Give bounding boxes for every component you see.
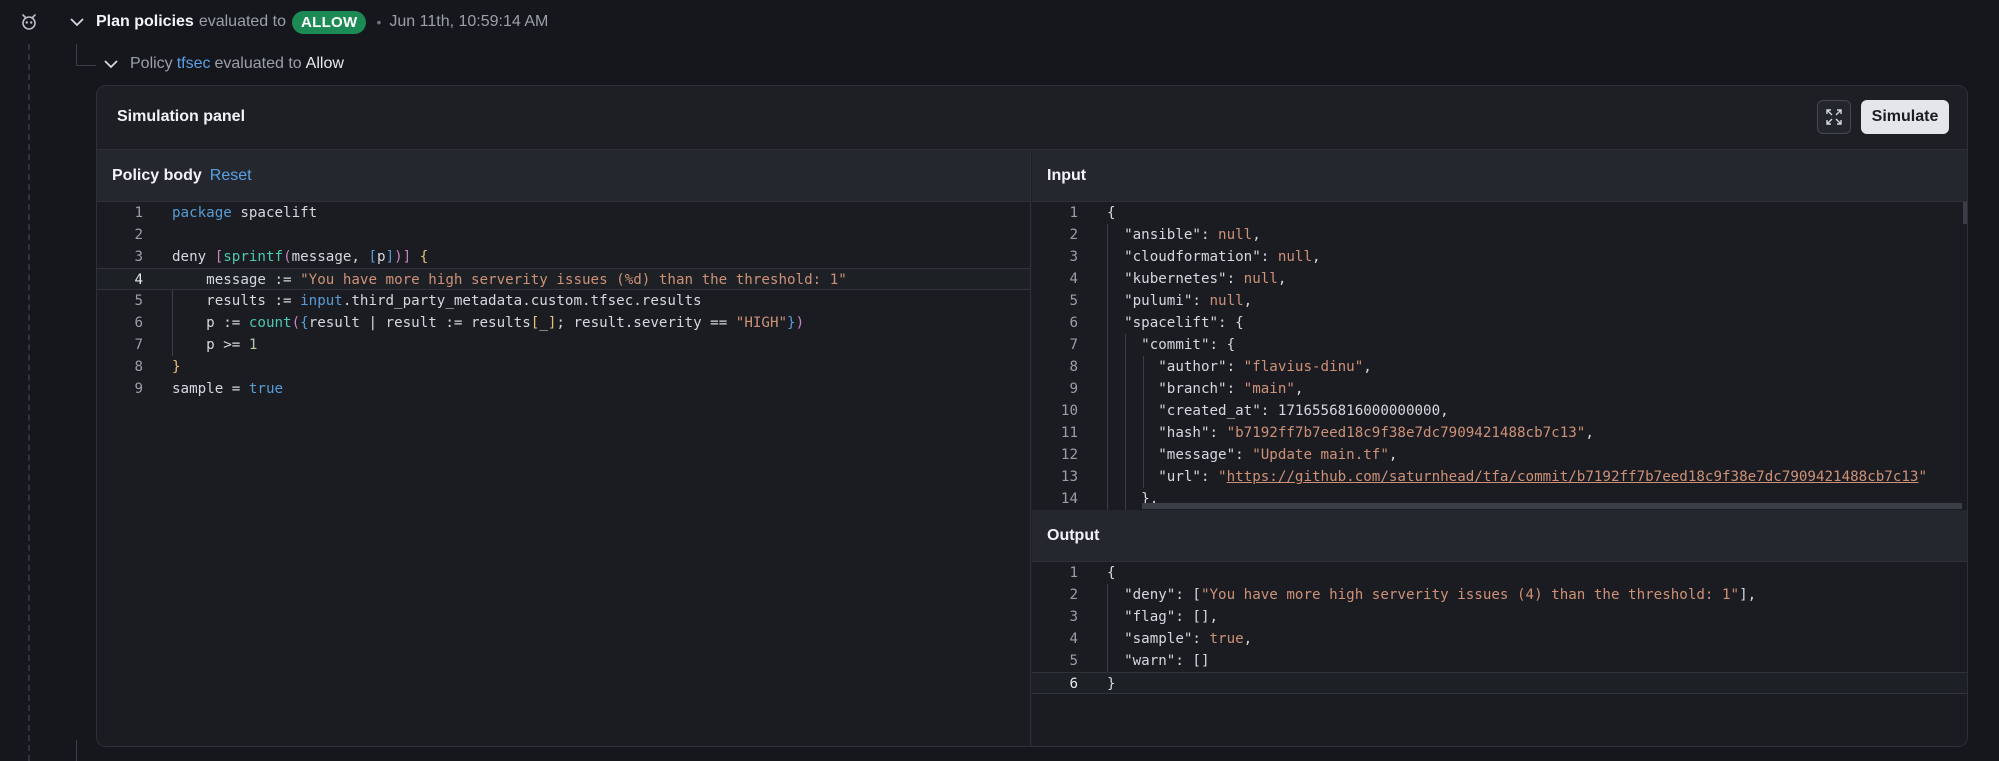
- timeline-line: [28, 44, 30, 761]
- status-badge: ALLOW: [292, 10, 367, 34]
- tree-connector: [76, 44, 96, 66]
- code-line: 7 p >= 1: [134, 337, 258, 353]
- code-line: 5 results := input.third_party_metadata.…: [134, 293, 702, 309]
- policy-prefix: Policy: [130, 55, 173, 72]
- chevron-down-icon[interactable]: [66, 11, 88, 33]
- input-header: Input: [1032, 150, 1967, 202]
- horizontal-scrollbar[interactable]: [1142, 503, 1962, 509]
- policy-name-link[interactable]: tfsec: [177, 55, 211, 73]
- policy-body-column: Policy body Reset 1 package spacelift 2 3…: [97, 150, 1031, 746]
- simulation-panel-header: Simulation panel Simulate: [97, 86, 1967, 150]
- panel-title: Simulation panel: [117, 108, 246, 125]
- code-line: 2 "deny": ["You have more high serverity…: [1069, 587, 1757, 603]
- code-line: 6 "spacelift": {: [1069, 315, 1244, 331]
- code-line: 5 "warn": []: [1069, 653, 1210, 669]
- reset-link[interactable]: Reset: [210, 167, 252, 185]
- code-line: 9 "branch": "main",: [1069, 381, 1304, 397]
- input-editor[interactable]: 1{ 2 "ansible": null, 3 "cloudformation"…: [1032, 202, 1967, 510]
- chevron-down-icon[interactable]: [100, 53, 122, 75]
- code-line: 9 sample = true: [134, 381, 284, 397]
- plan-policies-title: Plan policies: [96, 13, 194, 30]
- expand-button[interactable]: [1817, 100, 1851, 134]
- policy-result: Allow: [305, 55, 344, 72]
- output-title: Output: [1047, 526, 1100, 544]
- input-title: Input: [1047, 166, 1087, 184]
- code-line: 12 "message": "Update main.tf",: [1060, 447, 1398, 463]
- code-line: 3 "cloudformation": null,: [1069, 249, 1321, 265]
- code-line-active: 4 message := "You have more high serveri…: [97, 268, 1030, 290]
- code-line: 2 "ansible": null,: [1069, 227, 1261, 243]
- code-line: 11 "hash": "b7192ff7b7eed18c9f38e7dc7909…: [1060, 425, 1594, 441]
- code-line: 8 "author": "flavius-dinu",: [1069, 359, 1372, 375]
- code-line: 5 "pulumi": null,: [1069, 293, 1253, 309]
- policy-icon: [18, 11, 40, 33]
- simulate-button[interactable]: Simulate: [1861, 100, 1949, 134]
- simulation-panel: Simulation panel Simulate Policy body Re…: [96, 85, 1968, 747]
- code-line: 7 "commit": {: [1069, 337, 1236, 353]
- code-line: 3 "flag": [],: [1069, 609, 1219, 625]
- policy-editor[interactable]: 1 package spacelift 2 3 deny [sprintf(mess…: [97, 202, 1030, 746]
- evaluated-text: evaluated to: [198, 13, 286, 30]
- policy-subheader: Policy tfsec evaluated to Allow: [100, 52, 344, 76]
- plan-policies-header: Plan policies evaluated to ALLOW • Jun 1…: [66, 10, 548, 34]
- policy-body-header: Policy body Reset: [97, 150, 1030, 202]
- code-line: 4 "sample": true,: [1069, 631, 1253, 647]
- code-line: 13 "url": "https://github.com/saturnhead…: [1060, 469, 1928, 485]
- input-output-column: Input 1{ 2 "ansible": null, 3 "cloudform…: [1032, 150, 1967, 746]
- output-header: Output: [1032, 510, 1967, 562]
- code-line: 1 package spacelift: [134, 205, 318, 221]
- policy-body-title: Policy body: [112, 166, 202, 184]
- timestamp: Jun 11th, 10:59:14 AM: [389, 13, 549, 30]
- code-line-active: 6}: [1032, 672, 1967, 694]
- code-line: 1{: [1069, 205, 1116, 221]
- code-line: 2: [134, 227, 143, 243]
- output-editor[interactable]: 1{ 2 "deny": ["You have more high server…: [1032, 562, 1967, 746]
- code-line: 8}: [134, 359, 181, 375]
- evaluated-text: evaluated to: [214, 55, 302, 72]
- code-line: 4 "kubernetes": null,: [1069, 271, 1287, 287]
- tree-connector-lower: [76, 740, 77, 761]
- code-line: 3 deny [sprintf(message, [p])] {: [134, 249, 429, 265]
- code-line: 1{: [1069, 565, 1116, 581]
- separator-dot: •: [376, 14, 382, 30]
- expand-icon: [1826, 109, 1842, 125]
- code-line: 10 "created_at": 1716556816000000000,: [1060, 403, 1449, 419]
- code-line: 6 p := count({result | result := results…: [134, 315, 805, 331]
